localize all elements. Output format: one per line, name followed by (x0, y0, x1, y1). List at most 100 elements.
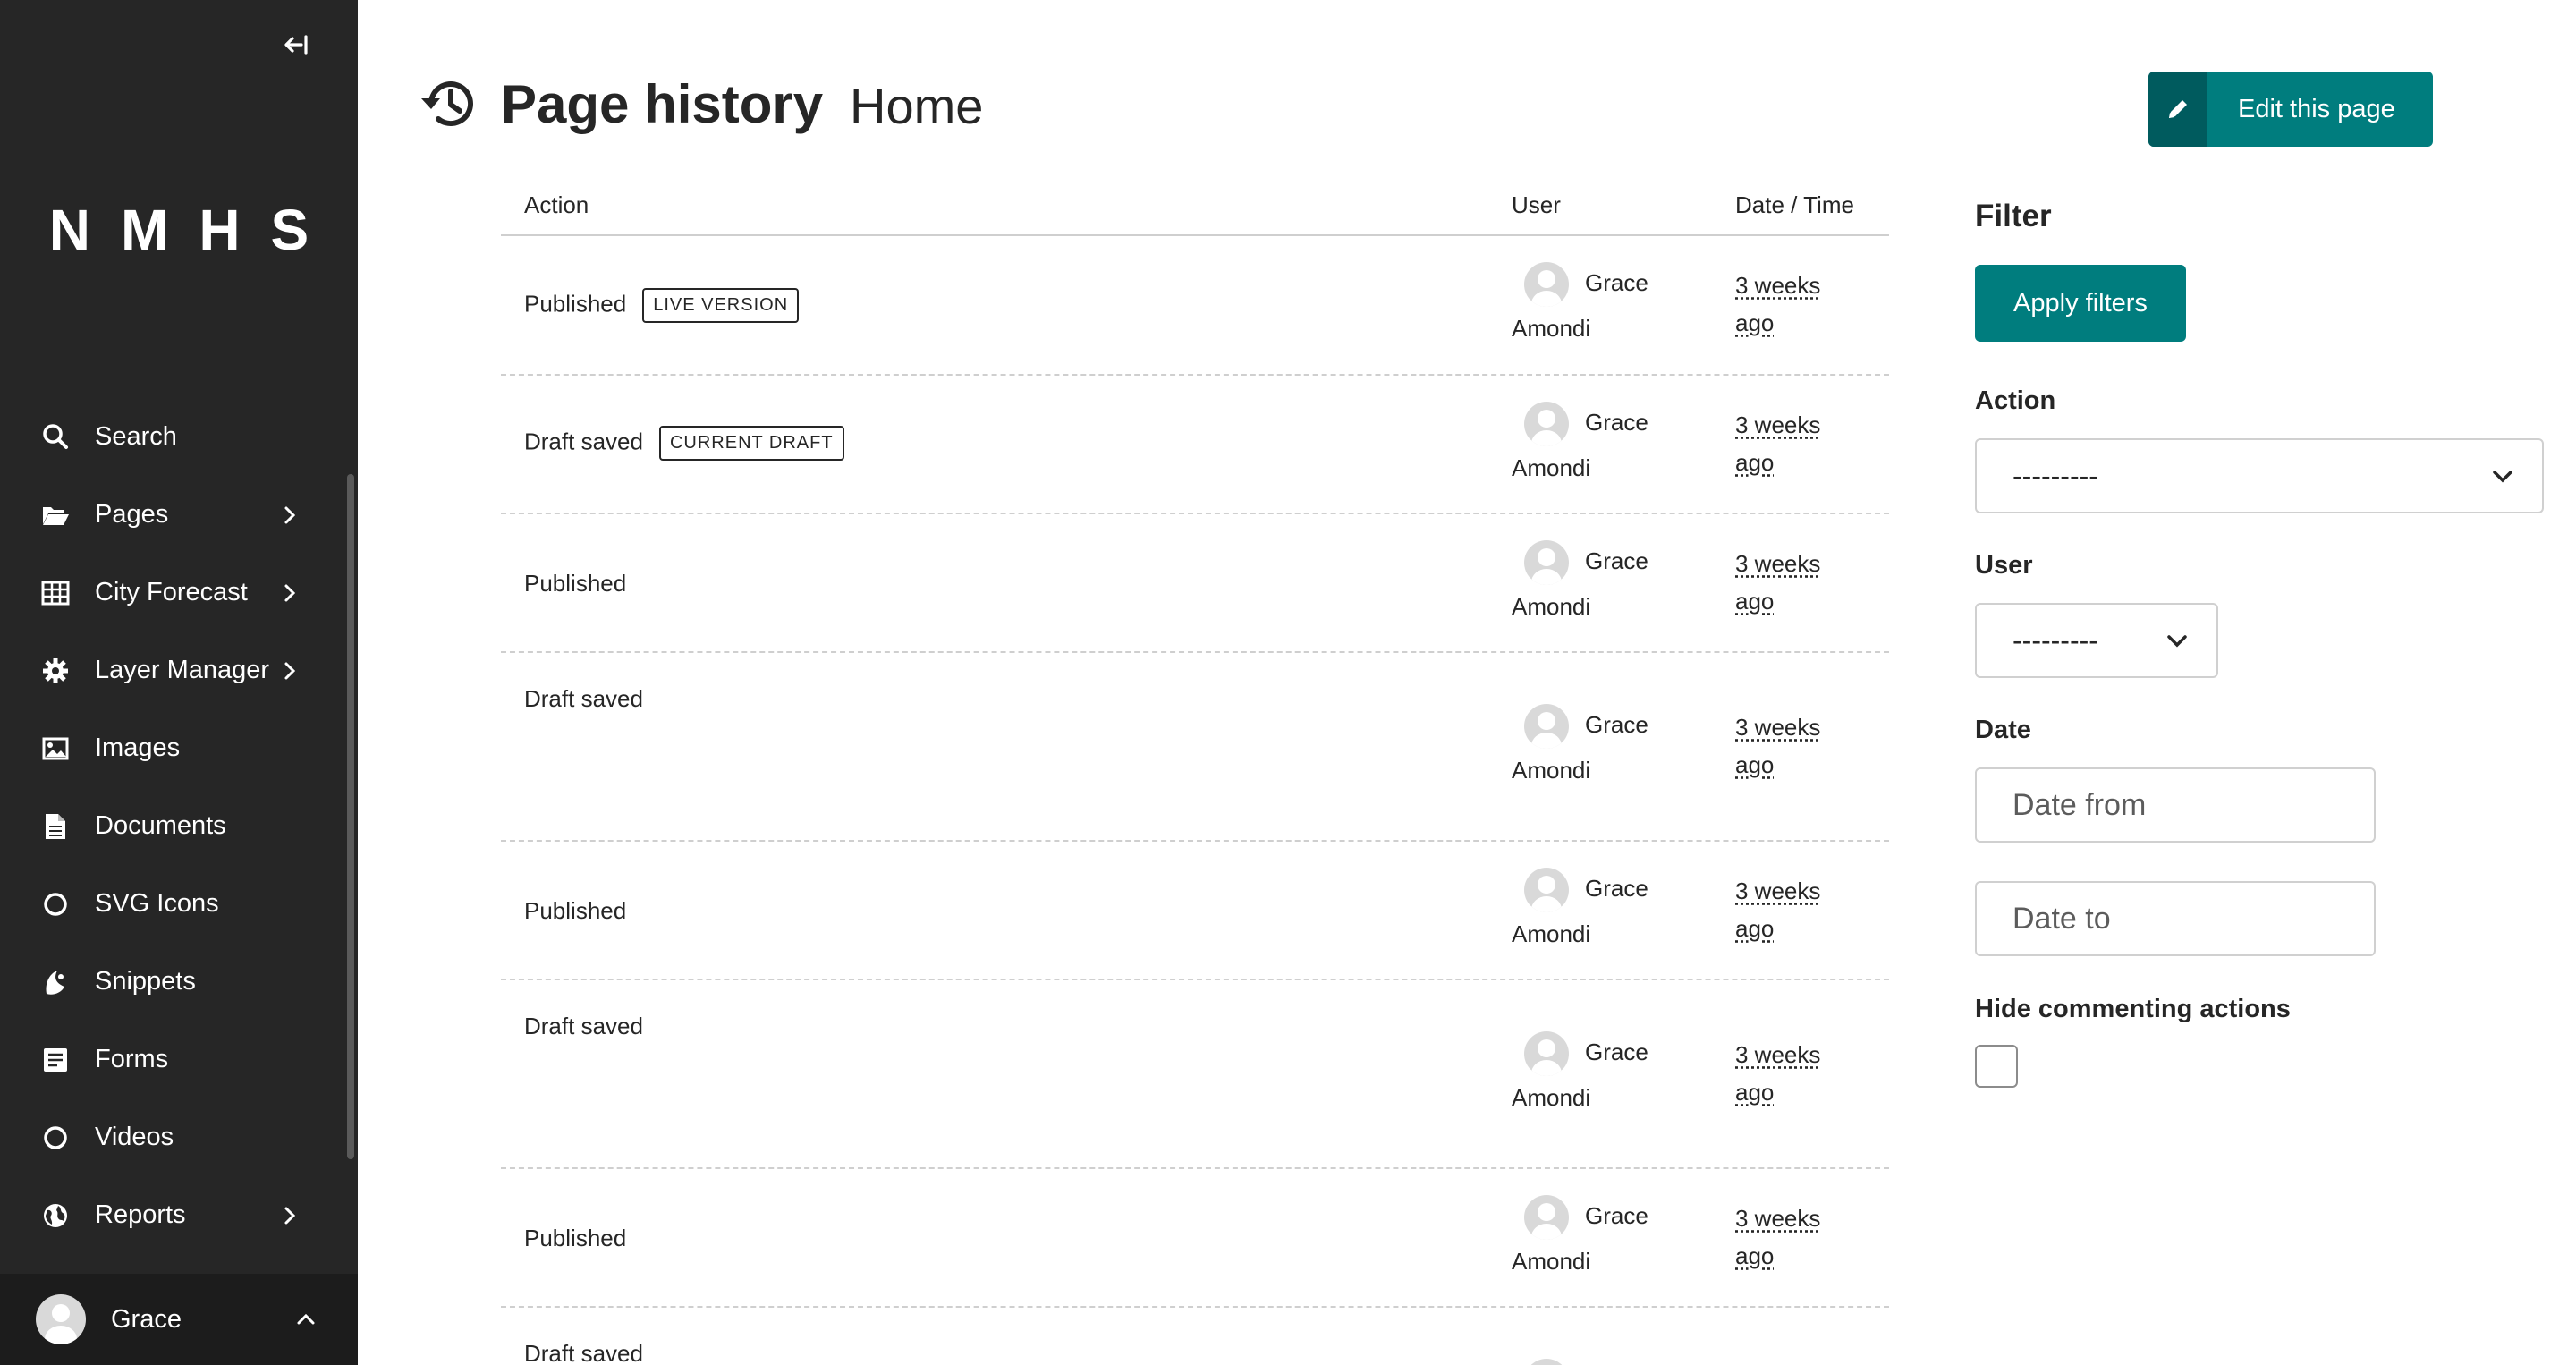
sidebar-item-pages[interactable]: Pages (0, 476, 345, 554)
row-user: Grace Amondi (1512, 703, 1690, 792)
edit-this-page-button[interactable]: Edit this page (2148, 72, 2433, 147)
action-filter-label: Action (1975, 386, 2056, 415)
column-header-date[interactable]: Date / Time (1735, 191, 1854, 219)
sidebar-item-label: Images (95, 733, 181, 762)
table-row: Draft saved Grace Amondi 3 weeks ago (501, 980, 1889, 1169)
account-name: Grace (111, 1304, 182, 1334)
row-date[interactable]: 3 weeks ago (1735, 872, 1843, 947)
sidebar-item-label: Videos (95, 1123, 174, 1151)
user-avatar (1524, 262, 1569, 308)
user-avatar (1524, 704, 1569, 750)
action-select[interactable]: --------- (1975, 438, 2544, 513)
collapse-sidebar-icon (284, 35, 308, 55)
sidebar-item-layer-manager[interactable]: Layer Manager (0, 632, 345, 709)
sidebar-item-svg-icons[interactable]: SVG Icons (0, 865, 345, 943)
chevron-down-icon (2167, 635, 2187, 648)
sidebar-item-label: Reports (95, 1200, 186, 1229)
row-action[interactable]: Draft saved (524, 1013, 643, 1039)
row-date[interactable]: 3 weeks ago (1735, 267, 1843, 342)
table-row: Draft saved Grace Amondi 3 weeks ago (501, 653, 1889, 842)
edit-button-label: Edit this page (2238, 94, 2395, 123)
row-user: Grace Amondi (1512, 1030, 1690, 1119)
row-action[interactable]: Draft saved (524, 1340, 643, 1365)
document-icon (39, 810, 72, 843)
sidebar-item-label: Pages (95, 500, 169, 529)
table-row: Published Grace Amondi 3 weeks ago (501, 514, 1889, 653)
table-icon (39, 577, 72, 609)
row-date[interactable]: 3 weeks ago (1735, 708, 1843, 784)
row-action[interactable]: Published (524, 1225, 626, 1251)
chevron-right-icon (284, 506, 296, 523)
date-filter-label: Date (1975, 716, 2031, 744)
circle-icon (39, 888, 72, 920)
user-avatar (1524, 402, 1569, 447)
avatar (36, 1294, 86, 1344)
form-icon (39, 1044, 72, 1076)
sidebar-item-label: Search (95, 421, 177, 451)
collapse-sidebar-button[interactable] (277, 27, 313, 63)
main-menu: Search Pages City Forecast Layer Manager (0, 397, 345, 1254)
circle-icon (39, 1122, 72, 1154)
sidebar-item-reports[interactable]: Reports (0, 1176, 345, 1254)
row-date[interactable]: 3 weeks ago (1735, 1200, 1843, 1275)
sidebar-item-label: Documents (95, 811, 226, 840)
user-avatar (1524, 1359, 1569, 1365)
sidebar: NMHS Search Pages City Forecast Layer Ma… (0, 0, 358, 1365)
user-avatar (1524, 1195, 1569, 1241)
sidebar-item-city-forecast[interactable]: City Forecast (0, 554, 345, 632)
sidebar-item-snippets[interactable]: Snippets (0, 943, 345, 1021)
page-subtitle: Home (850, 78, 984, 134)
folder-open-icon (39, 499, 72, 531)
live-version-badge: LIVE VERSION (642, 288, 800, 323)
column-header-action[interactable]: Action (524, 191, 589, 219)
sidebar-item-documents[interactable]: Documents (0, 787, 345, 865)
sidebar-item-label: SVG Icons (95, 889, 219, 918)
row-action[interactable]: Draft saved (524, 428, 643, 454)
filter-title: Filter (1975, 199, 2052, 233)
sidebar-scrollbar[interactable] (347, 474, 354, 1159)
row-action[interactable]: Draft saved (524, 685, 643, 712)
date-to-input[interactable] (1975, 881, 2376, 956)
chevron-up-icon (297, 1313, 315, 1325)
table-row: Published Grace Amondi 3 weeks ago (501, 842, 1889, 980)
sidebar-item-images[interactable]: Images (0, 709, 345, 787)
row-user: Grace Amondi (1512, 401, 1690, 489)
user-avatar (1524, 1031, 1569, 1077)
chevron-right-icon (284, 584, 296, 601)
row-date[interactable]: 3 weeks ago (1735, 545, 1843, 620)
hide-commenting-label: Hide commenting actions (1975, 995, 2291, 1023)
table-row: Published LIVE VERSION Grace Amondi 3 week… (501, 236, 1889, 376)
globe-icon (39, 1200, 72, 1232)
row-action[interactable]: Published (524, 570, 626, 597)
search-icon (39, 420, 72, 453)
table-header: Action User Date / Time (501, 177, 1889, 236)
row-action[interactable]: Published (524, 290, 626, 317)
page-title: Page history (501, 74, 824, 134)
sidebar-item-videos[interactable]: Videos (0, 1098, 345, 1176)
row-user (1512, 1358, 1690, 1365)
row-user: Grace Amondi (1512, 1194, 1690, 1283)
site-logo[interactable]: NMHS (0, 197, 358, 263)
column-header-user[interactable]: User (1512, 191, 1561, 219)
chevron-right-icon (284, 1207, 296, 1224)
row-user: Grace Amondi (1512, 539, 1690, 628)
user-select[interactable]: --------- (1975, 603, 2218, 678)
hide-commenting-checkbox[interactable] (1975, 1045, 2018, 1088)
sidebar-item-label: Snippets (95, 967, 196, 996)
date-from-input[interactable] (1975, 767, 2376, 843)
table-row: Published Grace Amondi 3 weeks ago (501, 1169, 1889, 1308)
chevron-right-icon (284, 662, 296, 679)
account-menu[interactable]: Grace (0, 1274, 358, 1365)
row-action[interactable]: Published (524, 897, 626, 924)
table-row: Draft saved CURRENT DRAFT Grace Amondi 3 w… (501, 376, 1889, 514)
sidebar-item-label: Layer Manager (95, 656, 270, 684)
chevron-down-icon (2493, 471, 2512, 483)
sidebar-item-forms[interactable]: Forms (0, 1021, 345, 1098)
table-row: Draft saved (501, 1308, 1889, 1365)
row-date[interactable]: 3 weeks ago (1735, 406, 1843, 481)
current-draft-badge: CURRENT DRAFT (658, 426, 844, 461)
row-date[interactable]: 3 weeks ago (1735, 1036, 1843, 1111)
user-avatar (1524, 540, 1569, 586)
sidebar-item-search[interactable]: Search (0, 397, 345, 476)
apply-filters-button[interactable]: Apply filters (1975, 265, 2186, 342)
